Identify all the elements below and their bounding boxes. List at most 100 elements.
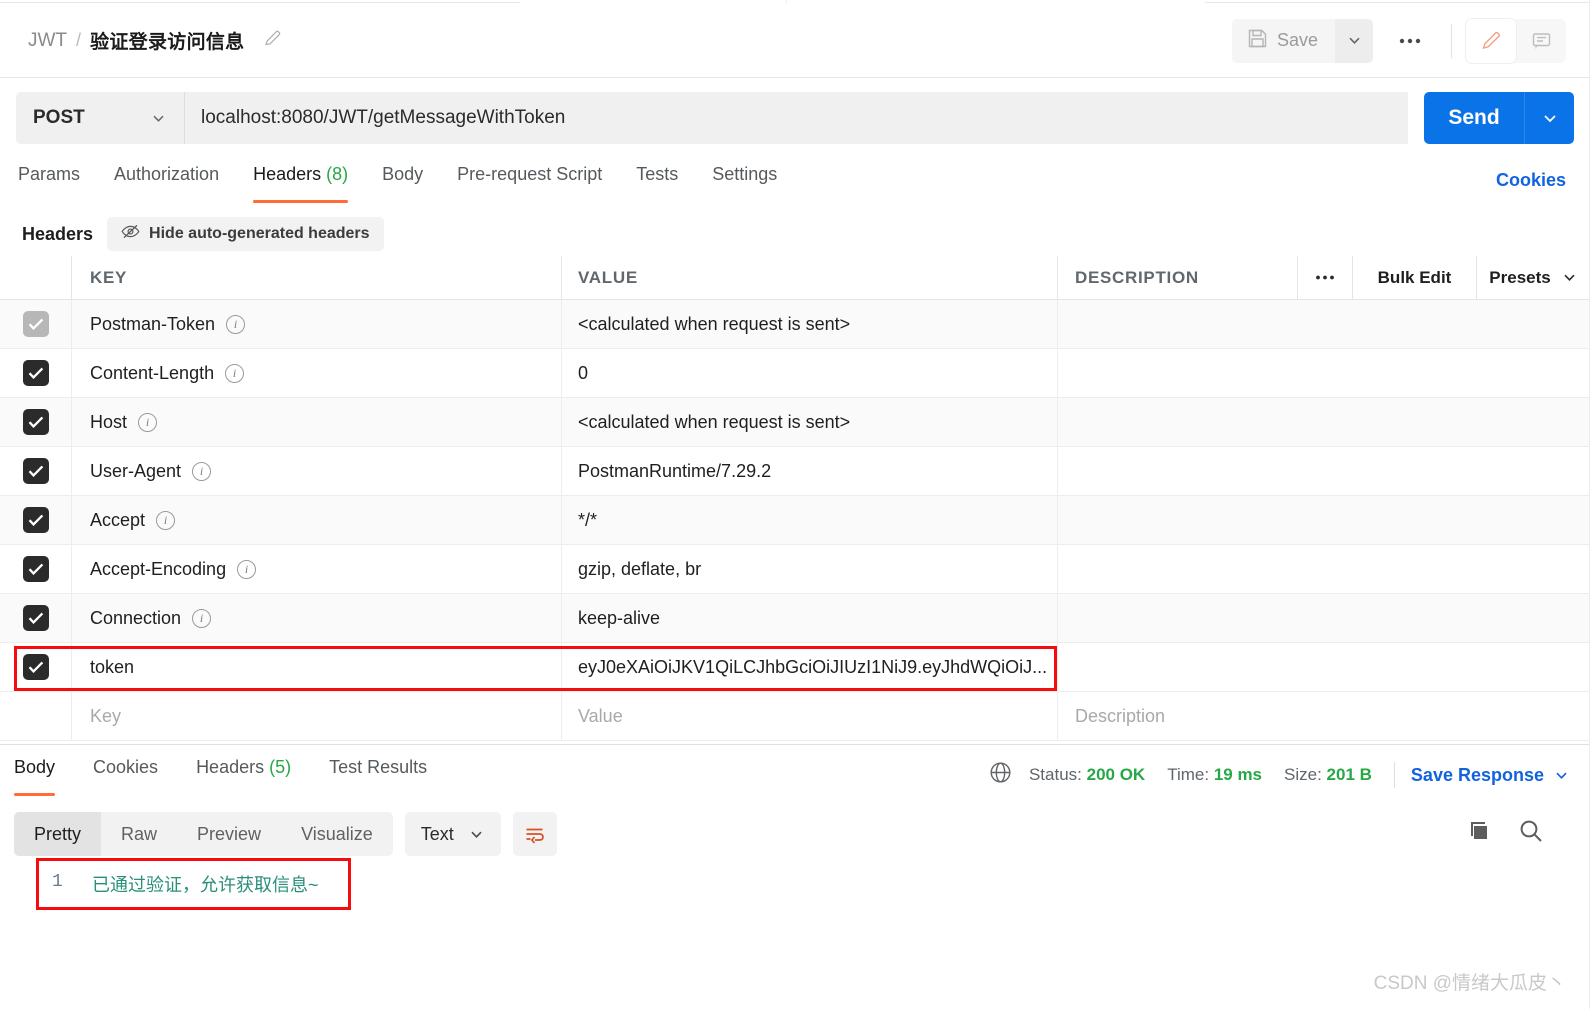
info-icon[interactable]: i — [237, 559, 257, 579]
row-key-cell[interactable]: token — [72, 643, 562, 691]
row-checkbox[interactable] — [22, 311, 49, 337]
row-key-cell[interactable]: Accept i — [72, 496, 562, 544]
row-key-cell[interactable]: Accept-Encoding i — [72, 545, 562, 593]
response-tab-cookies[interactable]: Cookies — [93, 752, 158, 798]
row-value-cell[interactable]: 0 — [562, 349, 1058, 397]
info-icon[interactable]: i — [192, 461, 212, 481]
response-tab-test-results[interactable]: Test Results — [329, 752, 427, 798]
view-mode-visualize[interactable]: Visualize — [281, 812, 393, 856]
breadcrumb-collection[interactable]: JWT — [28, 30, 67, 52]
row-value-cell[interactable]: <calculated when request is sent> — [562, 300, 1058, 348]
row-description-cell[interactable] — [1058, 643, 1590, 691]
send-button[interactable]: Send — [1424, 92, 1524, 144]
row-description-cell[interactable] — [1058, 594, 1590, 642]
row-value-cell[interactable]: <calculated when request is sent> — [562, 398, 1058, 446]
info-icon[interactable]: i — [156, 510, 176, 530]
new-description-input[interactable]: Description — [1058, 692, 1590, 740]
row-checkbox[interactable] — [22, 605, 49, 631]
row-checkbox[interactable] — [22, 556, 49, 582]
row-description-cell[interactable] — [1058, 398, 1590, 446]
tab-label: Body — [14, 757, 56, 777]
row-key-text: Accept-Encoding — [90, 558, 227, 579]
response-format-select[interactable]: Text — [404, 812, 501, 856]
tab-params[interactable]: Params — [18, 160, 102, 205]
row-checkbox[interactable] — [22, 654, 49, 680]
send-dropdown-button[interactable] — [1524, 92, 1574, 144]
info-icon[interactable]: i — [226, 314, 246, 334]
row-key-cell[interactable]: Postman-Token i — [72, 300, 562, 348]
table-row[interactable]: Host i <calculated when request is sent> — [0, 398, 1590, 447]
row-value-cell[interactable]: */* — [562, 496, 1058, 544]
response-tab-body[interactable]: Body — [14, 752, 56, 798]
info-icon[interactable]: i — [138, 412, 158, 432]
tab-label: Body — [382, 164, 424, 184]
row-key-cell[interactable]: Connection i — [72, 594, 562, 642]
presets-dropdown[interactable]: Presets — [1477, 256, 1590, 299]
response-time: Time: 19 ms — [1167, 765, 1262, 785]
row-checkbox[interactable] — [22, 507, 49, 533]
row-description-cell[interactable] — [1058, 349, 1590, 397]
table-row[interactable]: Content-Length i 0 — [0, 349, 1590, 398]
tab-pre-request-script[interactable]: Pre-request Script — [457, 160, 624, 205]
table-row[interactable]: User-Agent i PostmanRuntime/7.29.2 — [0, 447, 1590, 496]
search-icon[interactable] — [1518, 818, 1544, 849]
new-value-input[interactable]: Value — [562, 692, 1058, 740]
http-method-select[interactable]: POST — [16, 92, 184, 144]
tab-body[interactable]: Body — [382, 160, 445, 205]
row-value-cell[interactable]: PostmanRuntime/7.29.2 — [562, 447, 1058, 495]
tab-settings[interactable]: Settings — [712, 160, 799, 205]
row-description-cell[interactable] — [1058, 447, 1590, 495]
table-row[interactable]: Postman-Token i <calculated when request… — [0, 300, 1590, 349]
table-row[interactable]: Connection i keep-alive — [0, 594, 1590, 643]
url-input[interactable]: localhost:8080/JWT/getMessageWithToken — [184, 92, 1408, 144]
row-checkbox[interactable] — [22, 360, 49, 386]
row-checkbox[interactable] — [22, 458, 49, 484]
response-tab-headers[interactable]: Headers (5) — [196, 752, 291, 798]
row-description-cell[interactable] — [1058, 300, 1590, 348]
tab-count: (8) — [326, 164, 349, 184]
table-row-empty[interactable]: Key Value Description — [0, 692, 1590, 741]
save-button[interactable]: Save — [1231, 18, 1335, 63]
cookies-link[interactable]: Cookies — [1496, 170, 1566, 191]
tab-label: Authorization — [114, 164, 220, 184]
table-row[interactable]: Accept i */* — [0, 496, 1590, 545]
row-value-cell[interactable]: gzip, deflate, br — [562, 545, 1058, 593]
view-mode-preview[interactable]: Preview — [177, 812, 281, 856]
row-description-cell[interactable] — [1058, 545, 1590, 593]
view-mode-raw[interactable]: Raw — [101, 812, 177, 856]
table-row-token[interactable]: token eyJ0eXAiOiJKV1QiLCJhbGciOiJIUzI1Ni… — [0, 643, 1590, 692]
row-key-cell[interactable]: Content-Length i — [72, 349, 562, 397]
presets-label: Presets — [1489, 267, 1551, 287]
more-options-button[interactable] — [1383, 19, 1437, 63]
save-dropdown-button[interactable] — [1335, 18, 1373, 63]
tab-tests[interactable]: Tests — [636, 160, 700, 205]
row-description-cell[interactable] — [1058, 496, 1590, 544]
http-method-value: POST — [33, 107, 85, 128]
row-checkbox[interactable] — [22, 409, 49, 435]
copy-icon[interactable] — [1467, 819, 1492, 849]
edit-pencil-icon[interactable] — [263, 28, 283, 53]
table-row[interactable]: Accept-Encoding i gzip, deflate, br — [0, 545, 1590, 594]
new-key-input[interactable]: Key — [72, 692, 562, 740]
breadcrumb-request-name[interactable]: 验证登录访问信息 — [90, 27, 244, 54]
row-value-cell[interactable]: keep-alive — [562, 594, 1058, 642]
hide-auto-generated-headers-button[interactable]: Hide auto-generated headers — [107, 217, 384, 251]
info-icon[interactable]: i — [225, 363, 245, 383]
response-size: Size: 201 B — [1284, 765, 1372, 785]
chevron-down-icon — [1348, 37, 1360, 44]
save-response-button[interactable]: Save Response — [1411, 765, 1570, 786]
tab-authorization[interactable]: Authorization — [114, 160, 241, 205]
info-icon[interactable]: i — [192, 608, 212, 628]
table-options-button[interactable] — [1298, 256, 1353, 299]
row-key-cell[interactable]: User-Agent i — [72, 447, 562, 495]
word-wrap-button[interactable] — [512, 812, 557, 856]
comments-button[interactable] — [1516, 19, 1566, 63]
row-key-cell[interactable]: Host i — [72, 398, 562, 446]
tab-headers[interactable]: Headers (8) — [253, 160, 370, 205]
edit-mode-button[interactable] — [1466, 18, 1516, 63]
size-label: Size: — [1284, 765, 1322, 784]
chevron-down-icon — [1564, 274, 1575, 281]
row-value-cell[interactable]: eyJ0eXAiOiJKV1QiLCJhbGciOiJIUzI1NiJ9.eyJ… — [562, 643, 1058, 691]
view-mode-pretty[interactable]: Pretty — [14, 812, 102, 856]
bulk-edit-button[interactable]: Bulk Edit — [1353, 256, 1477, 299]
